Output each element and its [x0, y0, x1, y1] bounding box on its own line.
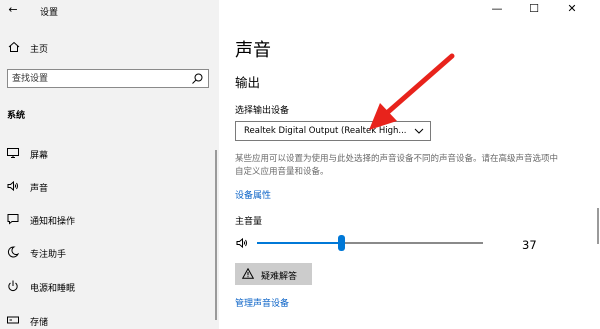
warning-icon [242, 268, 254, 279]
description-text: 某些应用可以设置为使用与此处选择的声音设备不同的声音设备。请在高级声音选项中自定… [235, 154, 559, 177]
monitor-icon [7, 148, 19, 158]
sidebar-item-sound[interactable]: 声音 [0, 177, 219, 195]
volume-slider-fill [257, 242, 341, 244]
maximize-icon[interactable]: ☐ [527, 2, 541, 16]
sidebar-item-label: 屏幕 [30, 151, 49, 161]
output-heading: 输出 [235, 75, 261, 90]
device-properties-link[interactable]: 设备属性 [235, 188, 271, 201]
search-input[interactable] [12, 72, 187, 85]
power-icon [8, 280, 18, 291]
volume-speaker-icon[interactable] [236, 237, 248, 249]
troubleshoot-button[interactable]: 疑难解答 [235, 263, 312, 285]
master-volume-label: 主音量 [235, 217, 263, 227]
sidebar-item-label: 主页 [30, 45, 49, 55]
storage-icon [7, 316, 19, 324]
sidebar-item-label: 通知和操作 [30, 217, 76, 227]
sidebar-item-focus-assist[interactable]: 专注助手 [0, 243, 219, 261]
main-scrollbar[interactable] [597, 208, 599, 244]
output-device-label: 选择输出设备 [235, 106, 290, 116]
sidebar-item-label: 存储 [30, 318, 49, 328]
sidebar-item-power-sleep[interactable]: 电源和睡眠 [0, 277, 219, 295]
chevron-down-icon [414, 128, 424, 134]
sidebar-item-label: 专注助手 [30, 250, 67, 260]
search-icon[interactable] [192, 73, 203, 84]
output-device-dropdown[interactable]: Realtek Digital Output (Realtek High... [235, 121, 431, 141]
sidebar-scrollbar[interactable] [215, 150, 217, 320]
home-icon [8, 41, 20, 52]
search-box[interactable] [7, 69, 209, 88]
window-controls: — ☐ ✕ [480, 0, 600, 18]
volume-slider[interactable] [257, 235, 483, 251]
sidebar-item-label: 电源和睡眠 [30, 284, 76, 294]
page-title: 声音 [235, 40, 271, 61]
notification-icon [7, 214, 19, 225]
section-title: 系统 [7, 111, 26, 121]
back-arrow-icon[interactable]: ← [6, 3, 20, 17]
volume-slider-thumb[interactable] [337, 235, 345, 251]
moon-icon [7, 246, 19, 258]
title-bar: ← 设置 [0, 0, 219, 20]
manage-sound-devices-link[interactable]: 管理声音设备 [235, 296, 289, 309]
volume-value: 37 [522, 238, 537, 252]
sidebar-item-home[interactable]: 主页 [0, 38, 219, 56]
sidebar-item-storage[interactable]: 存储 [0, 311, 219, 329]
sidebar-item-notifications[interactable]: 通知和操作 [0, 210, 219, 228]
close-icon[interactable]: ✕ [565, 2, 579, 16]
navigation-pane: ← 设置 主页 系统 屏幕 声音 [0, 0, 219, 329]
sidebar-item-label: 声音 [30, 184, 49, 194]
minimize-icon[interactable]: — [490, 2, 504, 16]
app-title: 设置 [40, 8, 59, 18]
sidebar-item-display[interactable]: 屏幕 [0, 144, 219, 162]
dropdown-value: Realtek Digital Output (Realtek High... [244, 126, 407, 136]
troubleshoot-label: 疑难解答 [261, 272, 298, 282]
speaker-icon [7, 180, 18, 192]
